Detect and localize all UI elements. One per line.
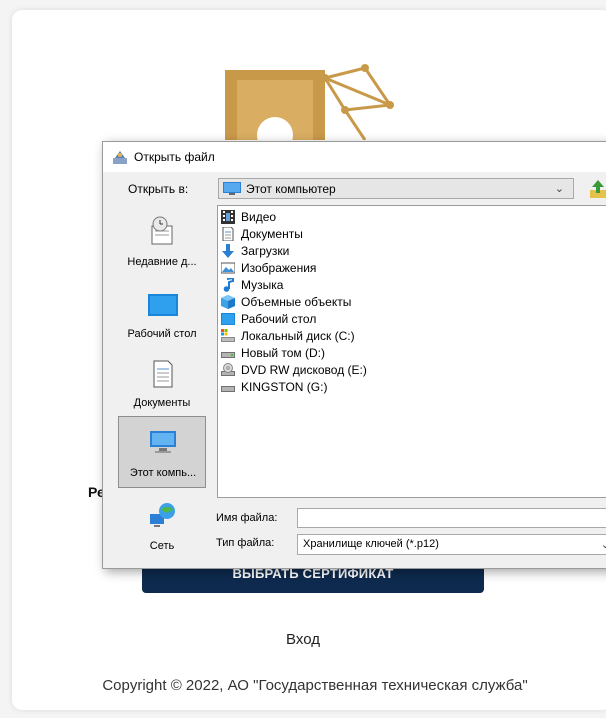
video-folder-icon [221, 210, 235, 224]
network-globe-icon [150, 503, 175, 527]
file-name: Новый том (D:) [241, 346, 325, 360]
file-type-label: Тип файла: [216, 537, 275, 549]
place-network[interactable]: Сеть [118, 496, 206, 562]
dialog-title-bar[interactable]: Открыть файл [103, 142, 606, 172]
downloads-arrow-icon [222, 244, 234, 258]
place-label: Сеть [149, 540, 175, 552]
file-name: Изображения [241, 261, 317, 275]
java-app-icon [113, 151, 127, 164]
file-name: Объемные объекты [241, 295, 352, 309]
file-name: DVD RW дисковод (E:) [241, 363, 367, 377]
dialog-title: Открыть файл [134, 150, 215, 164]
chevron-down-icon: ⌄ [554, 183, 564, 195]
place-desktop[interactable]: Рабочий стол [118, 284, 206, 350]
desktop-icon [221, 313, 235, 325]
desktop-icon [148, 294, 178, 316]
places-bar: Недавние д... Рабочий стол Документы Это… [113, 206, 209, 561]
file-name-input[interactable] [297, 508, 606, 528]
look-in-label: Открыть в: [128, 182, 189, 196]
place-label: Недавние д... [127, 256, 197, 268]
file-type-value: Хранилище ключей (*.p12) [303, 538, 439, 550]
file-name: Видео [241, 210, 277, 224]
drive-icon [221, 352, 235, 358]
3d-objects-icon [221, 295, 235, 309]
place-documents[interactable]: Документы [118, 353, 206, 419]
documents-folder-icon [222, 227, 234, 241]
usb-drive-icon [221, 386, 235, 392]
pictures-folder-icon [221, 262, 235, 274]
file-list[interactable]: Видео Документы Загрузки Изображения Муз… [217, 205, 606, 498]
file-name: Локальный диск (C:) [241, 329, 355, 343]
file-name: Загрузки [241, 244, 290, 258]
place-label: Документы [133, 397, 191, 409]
file-name-label: Имя файла: [216, 512, 278, 524]
file-name: Музыка [241, 278, 284, 292]
system-drive-icon [221, 329, 235, 342]
place-this-pc[interactable]: Этот компь... [118, 416, 206, 488]
file-name: KINGSTON (G:) [241, 380, 328, 394]
documents-icon [153, 360, 173, 388]
place-label: Этот компь... [129, 467, 197, 479]
file-name: Рабочий стол [241, 312, 317, 326]
up-folder-icon[interactable] [587, 178, 606, 200]
login-link[interactable]: Вход [0, 631, 606, 648]
computer-icon [223, 182, 241, 195]
gts-shield-logo [225, 64, 394, 140]
open-file-dialog: Открыть файл Открыть в: Этот компьютер ⌄… [102, 141, 606, 569]
this-pc-icon [150, 431, 176, 453]
place-recent[interactable]: Недавние д... [118, 212, 206, 278]
look-in-combo[interactable]: Этот компьютер ⌄ [218, 178, 574, 199]
chevron-down-icon: ⌄ [600, 539, 606, 551]
dvd-drive-icon [221, 363, 235, 376]
look-in-value: Этот компьютер [246, 182, 336, 196]
copyright-text: Copyright © 2022, АО "Государственная те… [102, 677, 528, 694]
place-label: Рабочий стол [127, 328, 197, 340]
file-type-combo[interactable]: Хранилище ключей (*.p12) ⌄ [297, 534, 606, 555]
music-note-icon [223, 278, 234, 292]
file-name: Документы [241, 227, 303, 241]
recent-documents-icon [151, 216, 173, 245]
